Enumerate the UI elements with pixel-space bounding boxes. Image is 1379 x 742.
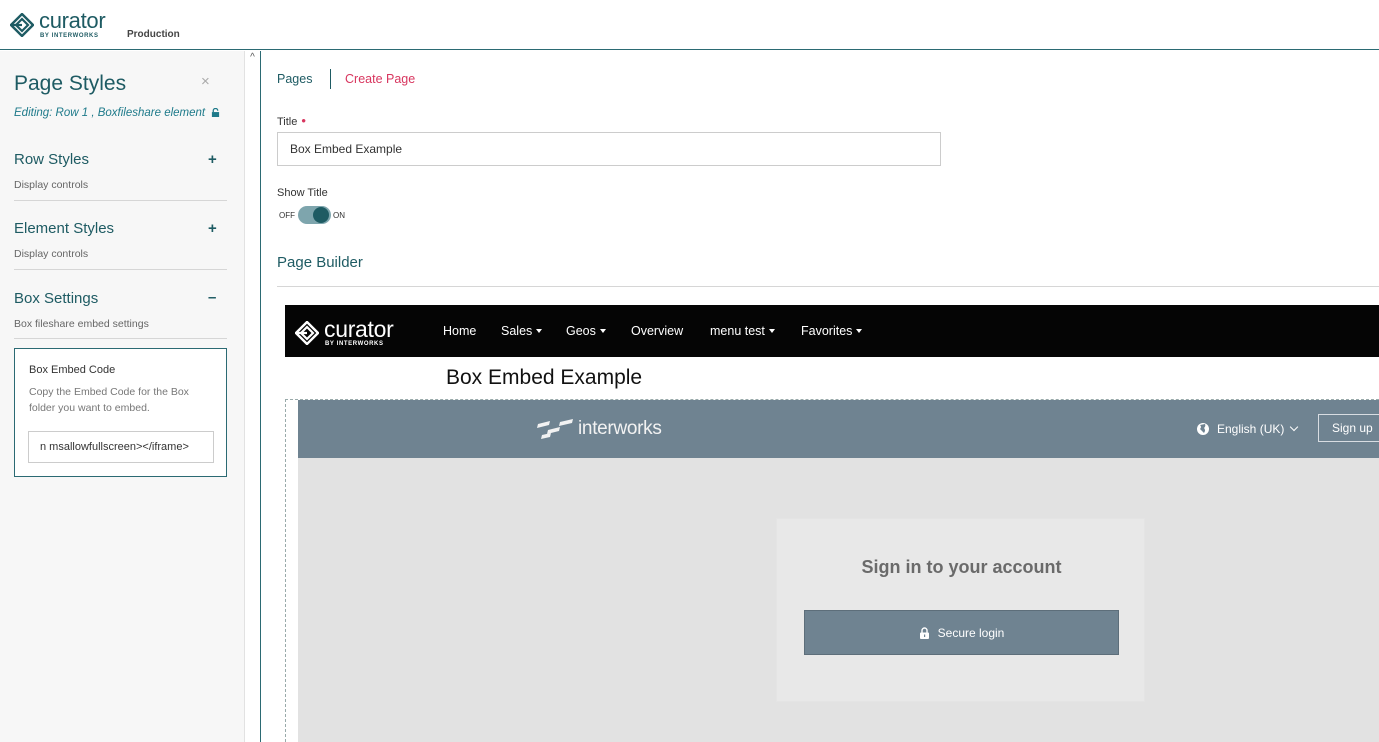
box-embed-panel: Box Embed Code Copy the Embed Code for t…	[14, 348, 227, 477]
nav-item-favorites-label: Favorites	[801, 324, 853, 338]
nav-item-favorites[interactable]: Favorites	[801, 324, 863, 338]
row-styles-expand-button[interactable]: +	[208, 151, 217, 168]
nav-item-home[interactable]: Home	[443, 324, 476, 338]
editing-context: Editing: Row 1 , Boxfileshare element	[14, 107, 220, 119]
preview-navbar: curator BY INTERWORKS Home Sales Geos Ov…	[285, 305, 1379, 357]
sign-up-button[interactable]: Sign up	[1318, 414, 1379, 442]
preview-logo[interactable]: curator BY INTERWORKS	[295, 316, 394, 347]
show-title-toggle[interactable]	[298, 206, 331, 224]
curator-logo-icon	[10, 13, 34, 37]
sidebar-divider	[260, 51, 261, 742]
show-title-label: Show Title	[277, 187, 328, 199]
page-builder-heading: Page Builder	[277, 254, 363, 271]
chevron-down-icon	[599, 329, 606, 333]
chevron-down-icon	[856, 329, 863, 333]
language-label: English (UK)	[1217, 422, 1285, 436]
chevron-down-icon	[768, 329, 775, 333]
logo-wordmark: curator	[39, 8, 106, 33]
page-builder-divider	[277, 286, 1379, 287]
secure-login-button[interactable]: Secure login	[804, 610, 1119, 655]
chevron-down-icon	[1290, 422, 1299, 432]
preview-page-title: Box Embed Example	[446, 366, 643, 389]
logo-byline: BY INTERWORKS	[40, 33, 99, 39]
nav-item-overview[interactable]: Overview	[631, 324, 683, 338]
nav-item-geos[interactable]: Geos	[566, 324, 606, 338]
environment-label: Production	[127, 29, 180, 40]
top-header: curator BY INTERWORKS Production	[0, 0, 1379, 50]
nav-item-sales[interactable]: Sales	[501, 324, 543, 338]
sidebar-title: Page Styles	[14, 72, 127, 95]
chevron-down-icon	[536, 329, 543, 333]
sign-in-heading: Sign in to your account	[861, 557, 1062, 577]
element-styles-heading[interactable]: Element Styles	[14, 220, 114, 237]
language-selector[interactable]: English (UK)	[1196, 422, 1299, 436]
editing-text: Editing: Row 1 , Boxfileshare element	[14, 107, 206, 119]
preview-logo-byline: BY INTERWORKS	[325, 341, 384, 347]
box-header: interworks English (UK) Sign up	[298, 400, 1379, 458]
sign-in-card: Sign in to your account Secure login	[776, 518, 1145, 702]
toggle-on-label: ON	[333, 211, 345, 220]
section-divider	[14, 269, 227, 270]
scroll-up-arrow[interactable]: ^	[247, 52, 258, 64]
title-input[interactable]: Box Embed Example	[277, 132, 941, 166]
toggle-knob[interactable]	[313, 207, 329, 223]
box-settings-subtitle: Box fileshare embed settings	[14, 318, 149, 330]
box-embed-frame: interworks English (UK) Sign up Sign in …	[298, 400, 1379, 742]
element-outline-left	[285, 399, 286, 742]
box-settings-collapse-button[interactable]: –	[208, 289, 216, 306]
interworks-wordmark: interworks	[578, 418, 662, 439]
section-divider	[14, 338, 227, 339]
section-divider	[14, 200, 227, 201]
title-label-text: Title	[277, 116, 298, 128]
row-styles-subtitle: Display controls	[14, 179, 89, 191]
interworks-logo: interworks	[536, 418, 662, 440]
nav-item-sales-label: Sales	[501, 324, 533, 338]
preview-logo-wordmark: curator	[324, 316, 394, 342]
nav-item-menu-test[interactable]: menu test	[710, 324, 775, 338]
curator-logo-icon	[295, 321, 319, 345]
curator-logo[interactable]: curator BY INTERWORKS	[10, 8, 106, 39]
globe-icon	[1197, 423, 1209, 435]
secure-login-label: Secure login	[937, 625, 1005, 640]
box-settings-heading[interactable]: Box Settings	[14, 290, 98, 307]
padlock-icon	[919, 626, 929, 639]
interworks-mark-icon	[537, 419, 573, 439]
element-styles-expand-button[interactable]: +	[208, 220, 217, 237]
box-embed-description: Copy the Embed Code for the Box folder y…	[29, 386, 189, 414]
tab-create-page[interactable]: Create Page	[345, 72, 415, 86]
title-label: Title •	[277, 113, 306, 128]
tab-separator	[330, 69, 331, 89]
nav-item-geos-label: Geos	[566, 324, 596, 338]
tab-pages[interactable]: Pages	[277, 72, 312, 86]
page-preview: curator BY INTERWORKS Home Sales Geos Ov…	[285, 305, 1379, 742]
nav-item-menu-test-label: menu test	[710, 324, 765, 338]
close-icon[interactable]: ×	[201, 73, 210, 90]
toggle-off-label: OFF	[279, 211, 295, 220]
lock-icon[interactable]	[211, 108, 220, 117]
sidebar-scrollbar[interactable]	[245, 51, 260, 742]
element-styles-subtitle: Display controls	[14, 248, 89, 260]
box-embed-title: Box Embed Code	[29, 364, 116, 376]
row-styles-heading[interactable]: Row Styles	[14, 151, 89, 168]
required-marker: •	[301, 113, 306, 128]
box-embed-code-input[interactable]: n msallowfullscreen></iframe>	[28, 431, 214, 463]
